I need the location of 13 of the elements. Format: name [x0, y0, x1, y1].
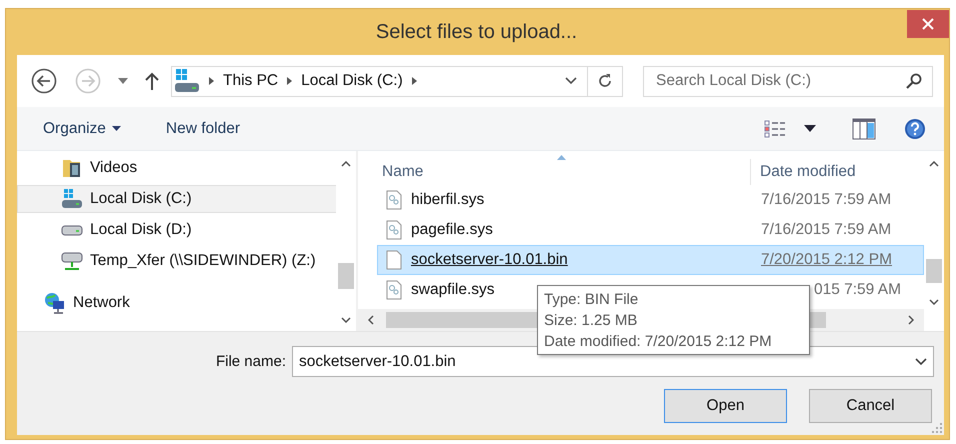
file-name-label: File name: [216, 353, 286, 370]
file-date: 015 7:59 AM [814, 281, 901, 299]
file-date: 7/16/2015 7:59 AM [761, 191, 892, 209]
file-name: pagefile.sys [411, 221, 493, 239]
file-date: 7/20/2015 2:12 PM [761, 251, 892, 269]
file-name: socketserver-10.01.bin [411, 251, 568, 269]
file-name: hiberfil.sys [411, 191, 484, 209]
search-placeholder: Search Local Disk (C:) [656, 72, 812, 90]
tooltip-text: Type: BIN File [544, 290, 638, 310]
window-title: Select files to upload... [376, 20, 578, 44]
file-date: 7/16/2015 7:59 AM [761, 221, 892, 239]
tooltip-text: Size: 1.25 MB [544, 311, 638, 331]
file-name: swapfile.sys [411, 281, 495, 299]
